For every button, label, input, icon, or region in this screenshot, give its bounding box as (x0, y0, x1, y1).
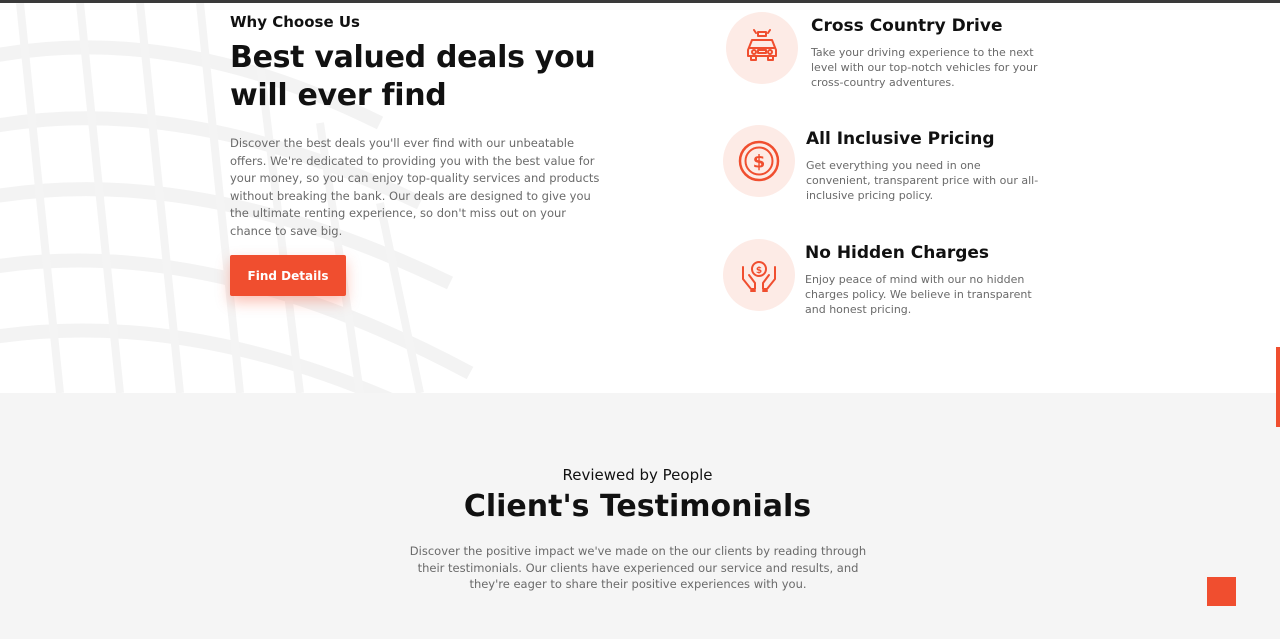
testimonials-kicker: Reviewed by People (562, 466, 713, 484)
back-to-top-button[interactable] (1207, 577, 1236, 606)
car-icon (726, 12, 798, 84)
svg-text:$: $ (753, 152, 766, 173)
section-heading: Best valued deals you will ever find (230, 40, 596, 113)
why-choose-us-section: Why Choose Us Best valued deals you will… (0, 3, 1280, 393)
feature-all-inclusive-pricing: $ All Inclusive Pricing Get everything y… (723, 125, 1083, 215)
feature-description: Take your driving experience to the next… (811, 46, 1038, 90)
feature-title: All Inclusive Pricing (806, 129, 995, 149)
section-kicker: Why Choose Us (230, 13, 360, 31)
feature-title: No Hidden Charges (805, 243, 990, 263)
feature-title: Cross Country Drive (811, 16, 1003, 36)
testimonials-description: Discover the positive impact we've made … (409, 544, 867, 591)
feature-no-hidden-charges: $ No Hidden Charges Enjoy peace of mind … (723, 239, 1083, 329)
testimonials-heading: Client's Testimonials (463, 489, 812, 524)
dollar-coin-icon: $ (723, 125, 795, 197)
feature-description: Get everything you need in one convenien… (806, 159, 1039, 203)
svg-text:$: $ (756, 266, 762, 276)
feature-cross-country-drive: Cross Country Drive Take your driving ex… (726, 12, 1086, 102)
find-details-button[interactable]: Find Details (230, 255, 346, 296)
scrollbar-thumb[interactable] (1276, 347, 1280, 427)
testimonials-section: Reviewed by People Client's Testimonials… (0, 393, 1280, 639)
section-description: Discover the best deals you'll ever find… (230, 136, 600, 238)
why-left-column: Why Choose Us Best valued deals you will… (230, 13, 610, 296)
hands-coin-icon: $ (723, 239, 795, 311)
feature-description: Enjoy peace of mind with our no hidden c… (805, 273, 1032, 317)
